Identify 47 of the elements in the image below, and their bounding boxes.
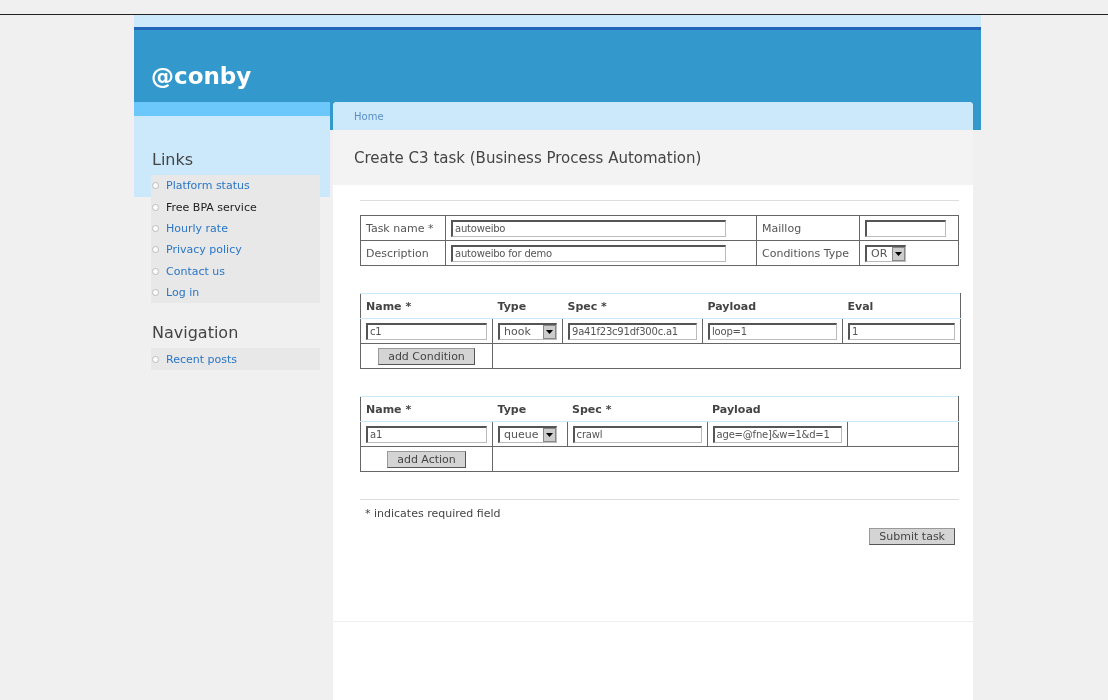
add-button[interactable]: add Condition xyxy=(378,347,475,365)
bullet-icon xyxy=(152,355,159,363)
field-label: Conditions Type xyxy=(756,240,860,266)
input-field[interactable]: crawl xyxy=(572,425,702,443)
sidebar-link[interactable]: Hourly rate xyxy=(151,217,320,240)
input-field[interactable]: 1 xyxy=(848,322,955,340)
bullet-icon xyxy=(152,267,159,275)
bullet-icon xyxy=(152,289,159,297)
sidebar-heading: Links xyxy=(152,150,195,169)
select-field[interactable]: hook xyxy=(498,322,557,340)
page-title: Create C3 task (Business Process Automation) xyxy=(354,148,702,167)
column-header: Payload xyxy=(707,396,848,422)
field-label: Maillog xyxy=(756,215,860,241)
column-header: Type xyxy=(492,293,563,319)
sidebar-link[interactable]: Recent posts xyxy=(151,348,320,370)
sidebar-heading: Navigation xyxy=(152,323,240,343)
input-field[interactable]: age=@fne]&w=1&d=1 xyxy=(712,425,842,443)
column-header: Type xyxy=(492,396,568,422)
column-header: Spec * xyxy=(562,293,703,319)
footnote: * indicates required field xyxy=(365,507,502,520)
sidebar-link[interactable]: Privacy policy xyxy=(151,239,320,261)
column-header: Eval xyxy=(842,293,961,319)
bullet-icon xyxy=(152,224,159,232)
sidebar-link[interactable]: Platform status xyxy=(151,175,320,197)
column-header: Name * xyxy=(360,396,493,422)
sidebar-link[interactable]: Contact us xyxy=(151,260,320,282)
field-label: Task name * xyxy=(360,215,446,241)
column-header: Name * xyxy=(360,293,493,319)
input-field[interactable]: c1 xyxy=(366,322,487,340)
field-label: Description xyxy=(360,240,446,266)
bullet-icon xyxy=(152,182,159,190)
sidebar-link[interactable]: Free BPA service xyxy=(151,196,320,218)
column-header: Spec * xyxy=(567,396,708,422)
bullet-icon xyxy=(152,246,159,254)
select-field[interactable]: queue xyxy=(498,425,557,443)
input-field[interactable]: loop=1 xyxy=(708,322,837,340)
sidebar-link[interactable]: Log in xyxy=(151,281,320,304)
submit-button[interactable]: Submit task xyxy=(869,528,955,545)
select-field[interactable]: OR xyxy=(865,244,906,262)
input-field[interactable]: a1 xyxy=(366,425,487,443)
bullet-icon xyxy=(152,203,159,211)
column-header: Payload xyxy=(702,293,843,319)
input-field[interactable]: autoweibo for demo xyxy=(451,244,726,262)
input-field[interactable]: 9a41f23c91df300c.a1 xyxy=(568,322,697,340)
input-field[interactable]: autoweibo xyxy=(451,219,726,237)
add-button[interactable]: add Action xyxy=(387,450,466,468)
input-field[interactable] xyxy=(865,219,946,237)
